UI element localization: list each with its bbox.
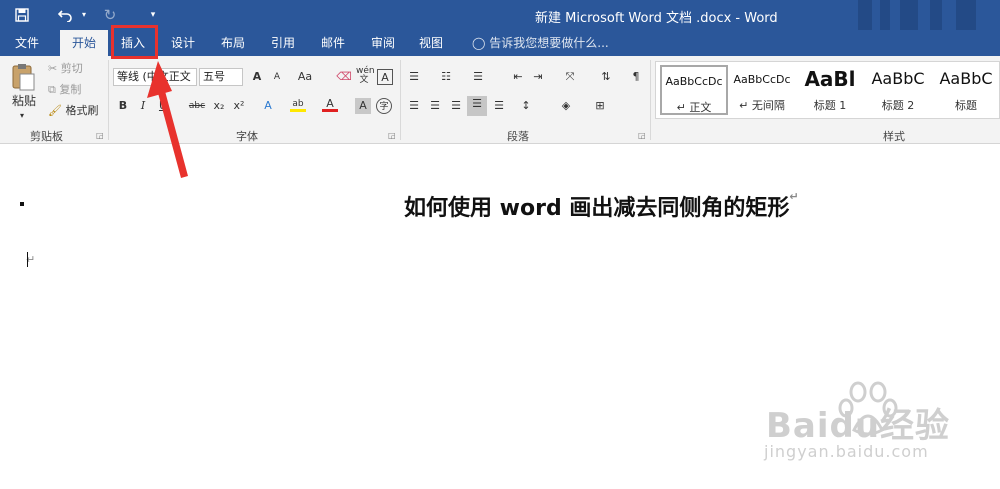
watermark-brand: Baidu经验 bbox=[766, 406, 951, 446]
watermark-url: jingyan.baidu.com bbox=[764, 442, 929, 461]
baidu-watermark: Baidu经验 jingyan.baidu.com bbox=[740, 378, 980, 468]
